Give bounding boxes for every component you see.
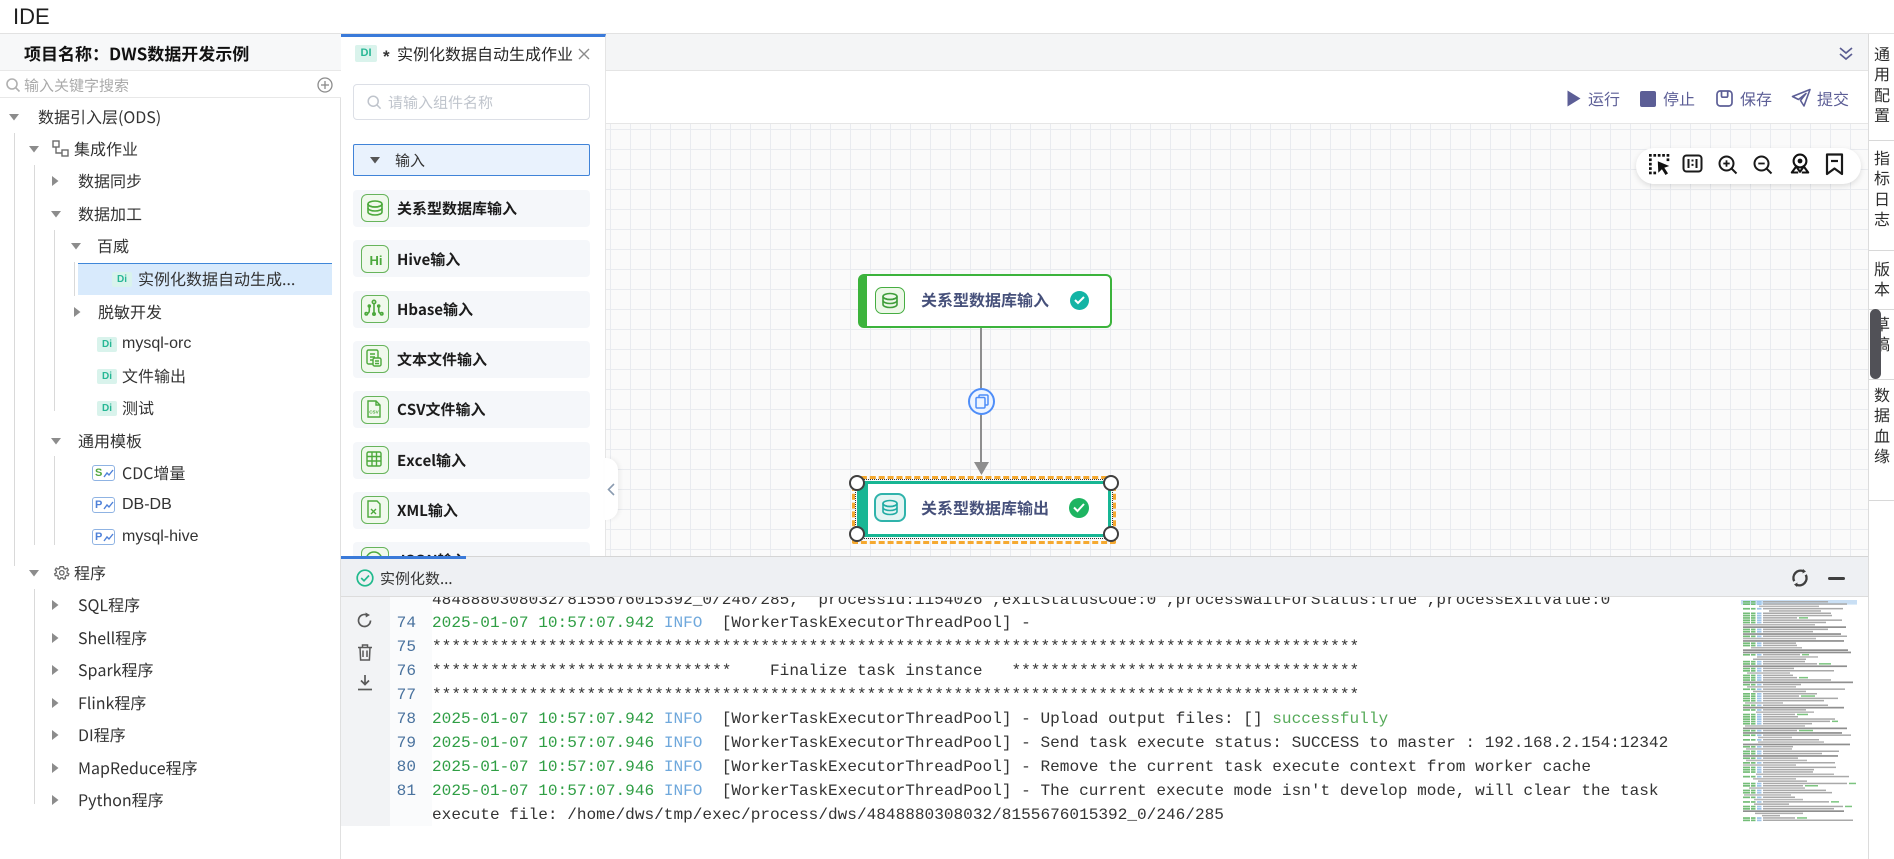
svg-text:CSV: CSV (369, 410, 379, 415)
